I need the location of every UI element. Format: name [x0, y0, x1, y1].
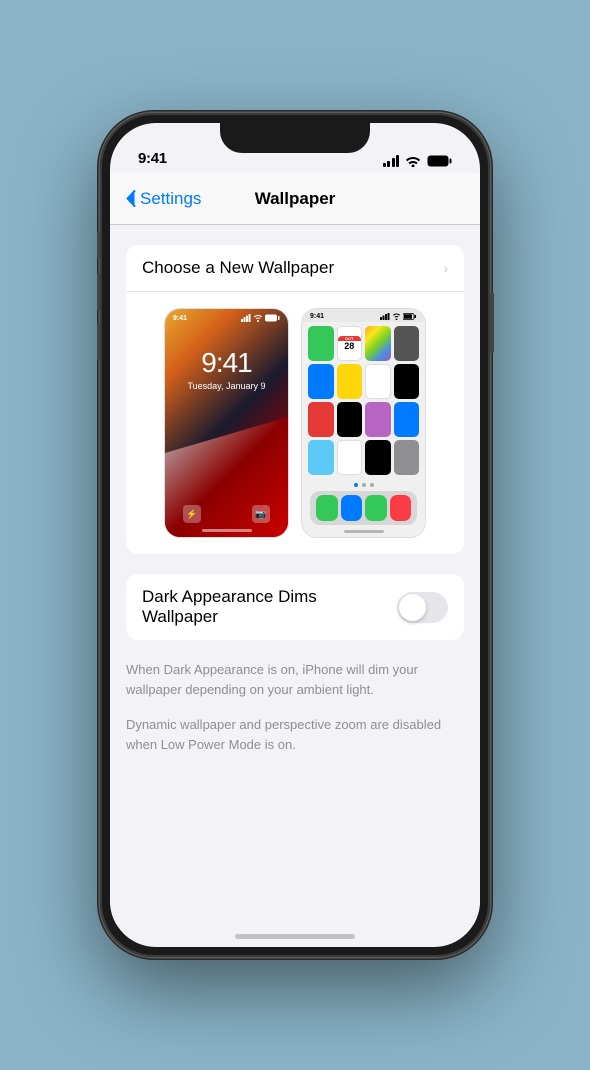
home-status-bar: 9:41 — [302, 309, 425, 322]
home-status-icons — [380, 313, 417, 320]
battery-icon — [427, 155, 452, 167]
app-wallet — [365, 440, 391, 475]
app-appstore — [394, 402, 420, 437]
home-wifi-icon — [392, 313, 401, 320]
dark-appearance-toggle[interactable] — [397, 592, 448, 623]
signal-icon — [383, 155, 400, 167]
page-dots — [302, 479, 425, 491]
dot-2 — [362, 483, 366, 487]
home-screen-preview[interactable]: 9:41 — [301, 308, 426, 538]
toggle-knob — [399, 594, 426, 621]
app-news — [308, 402, 334, 437]
lock-screen-preview[interactable]: 9:41 — [164, 308, 289, 538]
dock-music — [390, 495, 412, 521]
dock-messages — [365, 495, 387, 521]
status-time: 9:41 — [138, 150, 167, 167]
phone-shell: 9:41 — [100, 113, 490, 957]
app-maps — [308, 440, 334, 475]
choose-wallpaper-row[interactable]: Choose a New Wallpaper › — [126, 245, 464, 292]
page-title: Wallpaper — [255, 189, 336, 209]
silent-button — [97, 231, 101, 259]
app-notes — [337, 364, 363, 399]
lock-battery-icon — [265, 314, 280, 322]
home-battery-icon — [403, 313, 417, 320]
home-screen-container: 9:41 — [302, 309, 425, 537]
lock-time: 9:41 — [165, 347, 288, 379]
app-grid: OCT 28 — [302, 322, 425, 479]
dark-appearance-section: Dark Appearance Dims Wallpaper — [126, 574, 464, 640]
app-reminders — [365, 364, 391, 399]
lock-status-bar: 9:41 — [165, 309, 288, 322]
app-podcasts — [365, 402, 391, 437]
app-clock — [394, 364, 420, 399]
dark-appearance-label: Dark Appearance Dims Wallpaper — [142, 587, 397, 627]
lock-bottom-icons: ⚡ 📷 — [165, 505, 288, 523]
content-area: Choose a New Wallpaper › 9:41 — [110, 225, 480, 925]
lock-signal-icon — [241, 314, 251, 322]
lock-wifi-icon — [253, 314, 263, 322]
lock-status-icons — [241, 314, 280, 322]
dock — [310, 491, 417, 525]
lock-flashlight-icon: ⚡ — [183, 505, 201, 523]
lock-screen-bg: 9:41 — [165, 309, 288, 537]
home-status-time: 9:41 — [310, 313, 324, 320]
volume-down-button — [97, 323, 101, 361]
device-home-indicator — [235, 934, 355, 939]
app-camera — [394, 326, 420, 361]
chevron-right-icon: › — [443, 260, 448, 276]
back-button[interactable]: Settings — [126, 189, 201, 209]
app-calendar: OCT 28 — [337, 326, 363, 361]
wallpaper-preview-area: 9:41 — [126, 292, 464, 554]
home-indicator-bar — [344, 530, 384, 533]
app-photos — [365, 326, 391, 361]
dark-appearance-description: When Dark Appearance is on, iPhone will … — [126, 660, 464, 699]
dock-phone — [316, 495, 338, 521]
choose-wallpaper-label: Choose a New Wallpaper — [142, 258, 334, 278]
power-button — [490, 293, 494, 353]
navigation-bar: Settings Wallpaper — [110, 173, 480, 225]
app-mail — [308, 364, 334, 399]
description-section: When Dark Appearance is on, iPhone will … — [110, 660, 480, 754]
back-label: Settings — [140, 189, 201, 209]
chevron-left-icon — [126, 190, 136, 207]
app-health — [337, 440, 363, 475]
volume-up-button — [97, 273, 101, 311]
dot-1 — [354, 483, 358, 487]
home-signal-icon — [380, 313, 390, 320]
lock-status-time: 9:41 — [173, 315, 187, 322]
app-settings — [394, 440, 420, 475]
notch — [220, 123, 370, 153]
toggle-row: Dark Appearance Dims Wallpaper — [126, 574, 464, 640]
screen: 9:41 — [110, 123, 480, 947]
app-facetime — [308, 326, 334, 361]
wifi-icon — [405, 155, 421, 167]
app-appletv — [337, 402, 363, 437]
lock-date: Tuesday, January 9 — [165, 381, 288, 391]
status-icons — [383, 155, 453, 167]
lock-camera-icon: 📷 — [252, 505, 270, 523]
choose-wallpaper-section: Choose a New Wallpaper › 9:41 — [126, 245, 464, 554]
dot-3 — [370, 483, 374, 487]
lock-home-indicator — [202, 529, 252, 532]
home-indicator-area — [302, 525, 425, 537]
low-power-description: Dynamic wallpaper and perspective zoom a… — [126, 715, 464, 754]
dock-safari — [341, 495, 363, 521]
